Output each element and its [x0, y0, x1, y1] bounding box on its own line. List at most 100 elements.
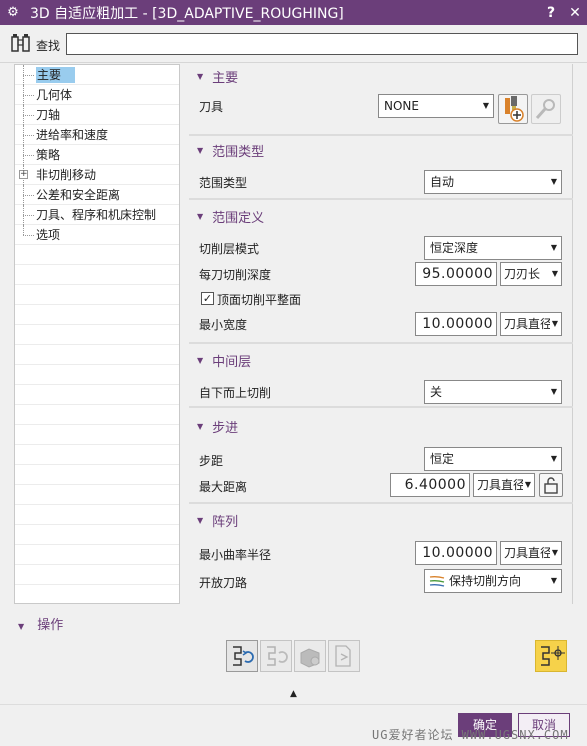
binoculars-icon — [11, 34, 30, 52]
section-main-header[interactable]: ▼ 主要 — [189, 64, 573, 88]
top-face-checkbox[interactable]: ✓ — [201, 292, 214, 305]
lock-icon — [544, 477, 558, 494]
close-button[interactable]: ✕ — [563, 5, 587, 21]
range-type-value: 自动 — [430, 175, 455, 189]
open-passes-value: 保持切削方向 — [449, 574, 522, 588]
bottom-up-value: 关 — [430, 385, 443, 399]
navigation-tree: 主要 几何体 刀轴 进给率和速度 策略 + 非切削移动 公差和安全距离 刀具、程… — [14, 64, 180, 604]
max-distance-unit-dropdown[interactable]: 刀具直径 ▼ — [473, 473, 535, 497]
section-range-definition-header[interactable]: ▼ 范围定义 — [189, 204, 573, 228]
tree-item-main[interactable]: 主要 — [15, 65, 179, 85]
section-title: 步进 — [212, 420, 239, 436]
tool-value: NONE — [384, 99, 419, 113]
stepover-dropdown[interactable]: 恒定 ▼ — [424, 447, 562, 471]
chevron-down-icon: ▼ — [550, 177, 557, 186]
max-distance-input[interactable]: 6.40000 — [390, 473, 470, 497]
section-title: 阵列 — [212, 514, 239, 530]
lock-button[interactable] — [539, 473, 563, 497]
section-middle-level-header[interactable]: ▼ 中间层 — [189, 348, 573, 372]
section-title: 中间层 — [212, 354, 252, 370]
gear-icon[interactable]: ⚙ — [2, 5, 24, 20]
section-pattern: ▼ 阵列 最小曲率半径 10.00000 刀具直径 ▼ 开放刀路 保持切削方向 … — [189, 508, 573, 602]
min-curvature-radius-label: 最小曲率半径 — [199, 548, 272, 562]
tree-item-label: 公差和安全距离 — [36, 188, 121, 202]
tree-item-tolerance[interactable]: 公差和安全距离 — [15, 185, 179, 205]
stepover-value: 恒定 — [430, 452, 455, 466]
search-label: 查找 — [36, 39, 61, 53]
top-face-label: 顶面切削平整面 — [217, 293, 302, 307]
tool-dropdown[interactable]: NONE ▼ — [378, 94, 494, 118]
expand-icon[interactable]: + — [19, 170, 28, 179]
tree-item-options[interactable]: 选项 — [15, 225, 179, 245]
min-width-input[interactable]: 10.00000 — [415, 312, 497, 336]
collapse-triangle-icon: ▼ — [197, 355, 204, 365]
section-middle-level: ▼ 中间层 自下而上切削 关 ▼ — [189, 348, 573, 408]
wrench-icon — [535, 99, 555, 119]
new-tool-button[interactable] — [498, 94, 528, 124]
help-button[interactable]: ? — [539, 5, 563, 21]
section-range-type: ▼ 范围类型 范围类型 自动 ▼ — [189, 138, 573, 200]
replay-button[interactable] — [260, 640, 292, 672]
tree-item-geometry[interactable]: 几何体 — [15, 85, 179, 105]
max-distance-label: 最大距离 — [199, 480, 248, 494]
search-input[interactable] — [66, 33, 578, 55]
collapse-triangle-icon: ▼ — [197, 421, 204, 431]
chevron-down-icon: ▼ — [550, 576, 557, 585]
chevron-down-icon: ▼ — [522, 474, 531, 496]
tree-item-tool-program-machine[interactable]: 刀具、程序和机床控制 — [15, 205, 179, 225]
verify-button[interactable] — [294, 640, 326, 672]
section-range-type-header[interactable]: ▼ 范围类型 — [189, 138, 573, 162]
operations-header[interactable]: ▼ 操作 — [18, 614, 63, 633]
section-range-definition: ▼ 范围定义 切削层模式 恒定深度 ▼ 每刀切削深度 95.00000 刀刃长 … — [189, 204, 573, 344]
cut-level-mode-dropdown[interactable]: 恒定深度 ▼ — [424, 236, 562, 260]
chevron-down-icon: ▼ — [550, 243, 557, 252]
chevron-down-icon: ▼ — [482, 101, 489, 110]
stepover-label: 步距 — [199, 454, 224, 468]
section-pattern-header[interactable]: ▼ 阵列 — [189, 508, 573, 532]
collapse-triangle-icon: ▼ — [18, 622, 25, 631]
tree-item-label: 刀具、程序和机床控制 — [36, 208, 157, 222]
tree-item-non-cutting-moves[interactable]: + 非切削移动 — [15, 165, 179, 185]
edit-tool-button[interactable] — [531, 94, 561, 124]
chevron-down-icon: ▼ — [549, 313, 558, 335]
tool-path-button[interactable] — [535, 640, 567, 672]
tree-item-label: 非切削移动 — [36, 168, 97, 182]
title-bar: ⚙ 3D 自适应粗加工 - [3D_ADAPTIVE_ROUGHING] ? ✕ — [0, 0, 587, 25]
depth-per-cut-unit-dropdown[interactable]: 刀刃长 ▼ — [500, 262, 562, 286]
open-passes-label: 开放刀路 — [199, 576, 248, 590]
chevron-down-icon: ▼ — [549, 263, 558, 285]
collapse-triangle-icon: ▼ — [197, 211, 204, 221]
tool-path-icon — [541, 646, 565, 666]
range-type-dropdown[interactable]: 自动 ▼ — [424, 170, 562, 194]
collapse-triangle-icon: ▼ — [197, 515, 204, 525]
depth-per-cut-input[interactable]: 95.00000 — [415, 262, 497, 286]
bottom-up-dropdown[interactable]: 关 ▼ — [424, 380, 562, 404]
min-curvature-radius-unit-dropdown[interactable]: 刀具直径 ▼ — [500, 541, 562, 565]
collapse-triangle-icon: ▼ — [197, 71, 204, 81]
depth-per-cut-label: 每刀切削深度 — [199, 268, 272, 282]
range-type-label: 范围类型 — [199, 176, 248, 190]
search-row: 查找 — [0, 25, 587, 63]
section-stepover-header[interactable]: ▼ 步进 — [189, 414, 573, 438]
unit-value: 刀具直径 — [504, 317, 553, 331]
collapse-toggle[interactable]: ▲ — [0, 684, 587, 704]
chevron-down-icon: ▼ — [549, 542, 558, 564]
open-passes-dropdown[interactable]: 保持切削方向 ▼ — [424, 569, 562, 593]
chevron-down-icon: ▼ — [550, 454, 557, 463]
verify-icon — [300, 648, 320, 668]
section-title: 操作 — [37, 618, 64, 633]
tree-item-strategy[interactable]: 策略 — [15, 145, 179, 165]
unit-value: 刀具直径 — [504, 546, 553, 560]
section-title: 主要 — [212, 70, 239, 86]
tree-item-label: 策略 — [36, 148, 61, 162]
cut-level-mode-label: 切削层模式 — [199, 242, 260, 256]
min-width-unit-dropdown[interactable]: 刀具直径 ▼ — [500, 312, 562, 336]
min-curvature-radius-input[interactable]: 10.00000 — [415, 541, 497, 565]
tree-item-feeds-speeds[interactable]: 进给率和速度 — [15, 125, 179, 145]
tree-item-tool-axis[interactable]: 刀轴 — [15, 105, 179, 125]
list-button[interactable] — [328, 640, 360, 672]
tool-label: 刀具 — [199, 100, 224, 114]
generate-button[interactable] — [226, 640, 258, 672]
watermark: UG爱好者论坛 WWW.UGSNX.COM — [372, 728, 569, 742]
replay-icon — [267, 646, 288, 666]
